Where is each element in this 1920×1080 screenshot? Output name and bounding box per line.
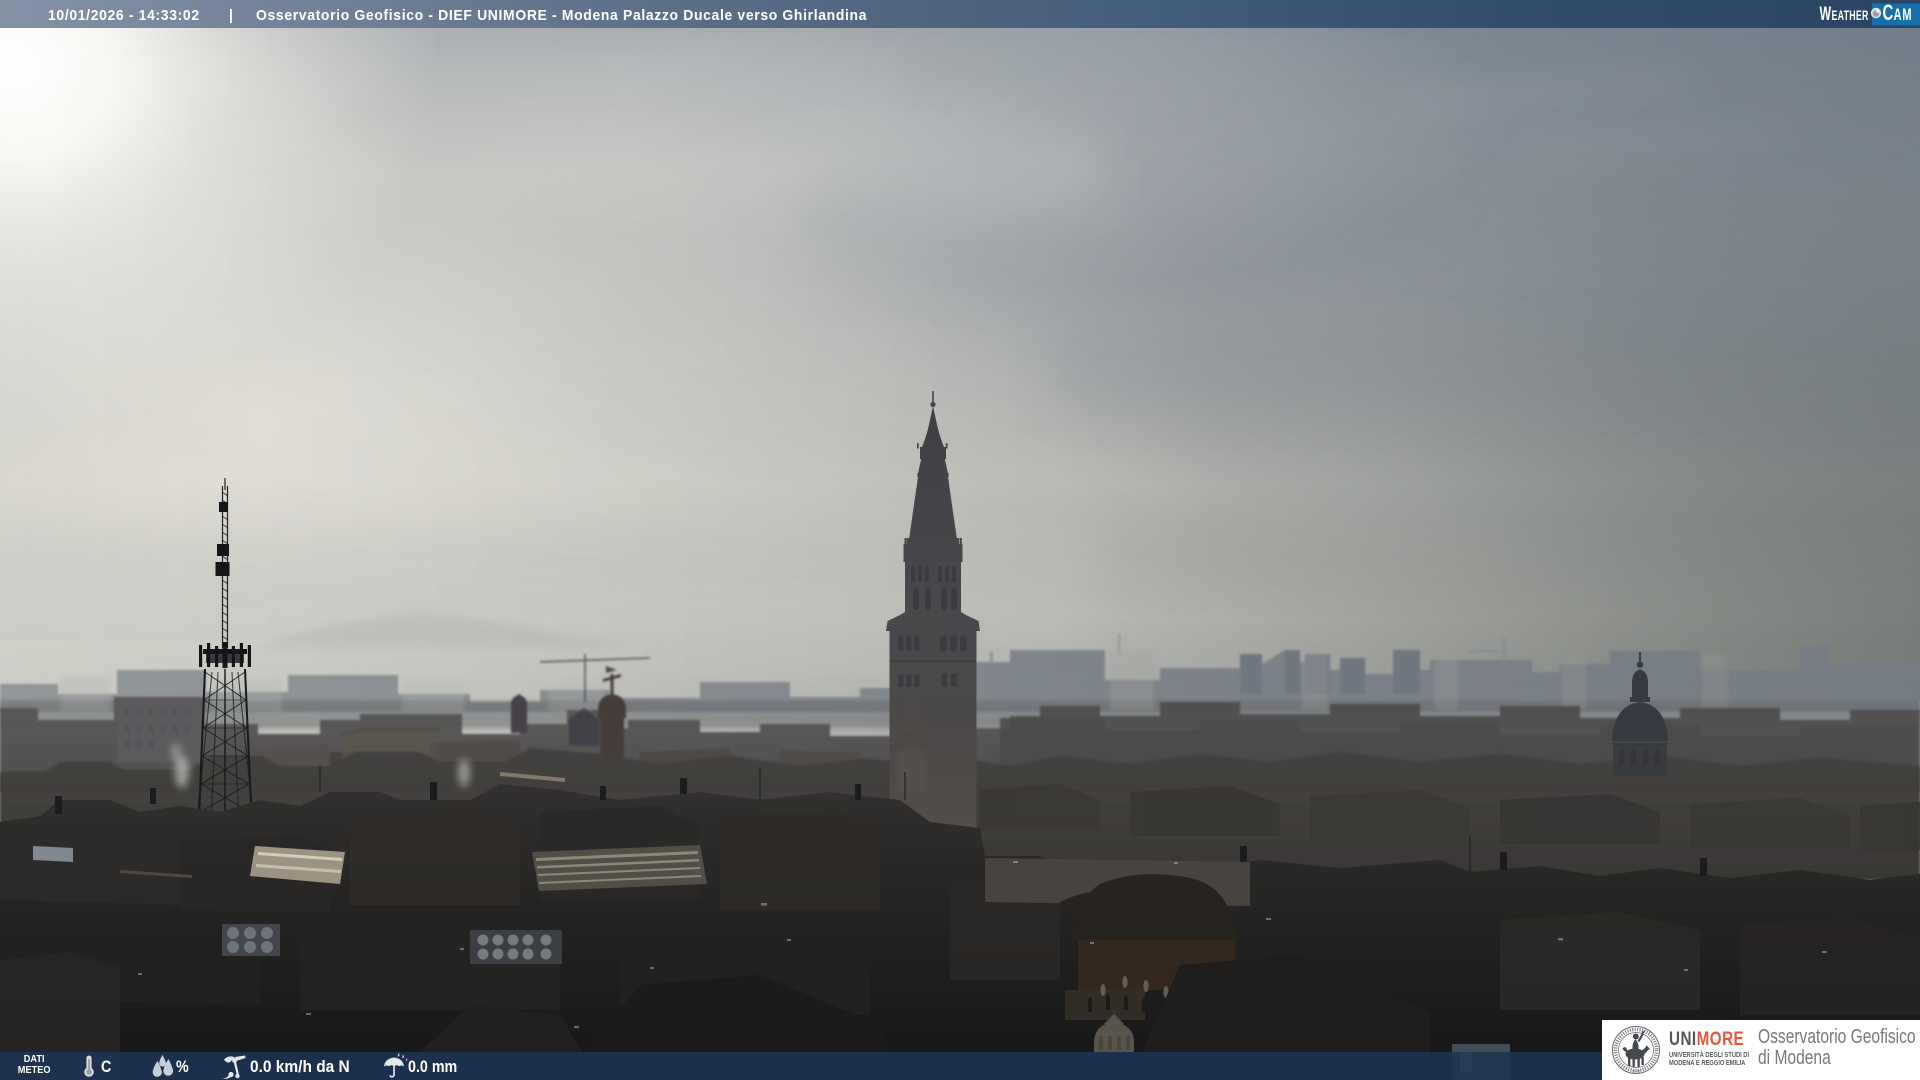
svg-text:W: W: [1820, 3, 1832, 25]
svg-text:1175: 1175: [1632, 1069, 1641, 1074]
svg-text:AM: AM: [1894, 5, 1913, 24]
svg-text:EATHER: EATHER: [1832, 8, 1869, 24]
svg-text:C: C: [1883, 0, 1894, 25]
